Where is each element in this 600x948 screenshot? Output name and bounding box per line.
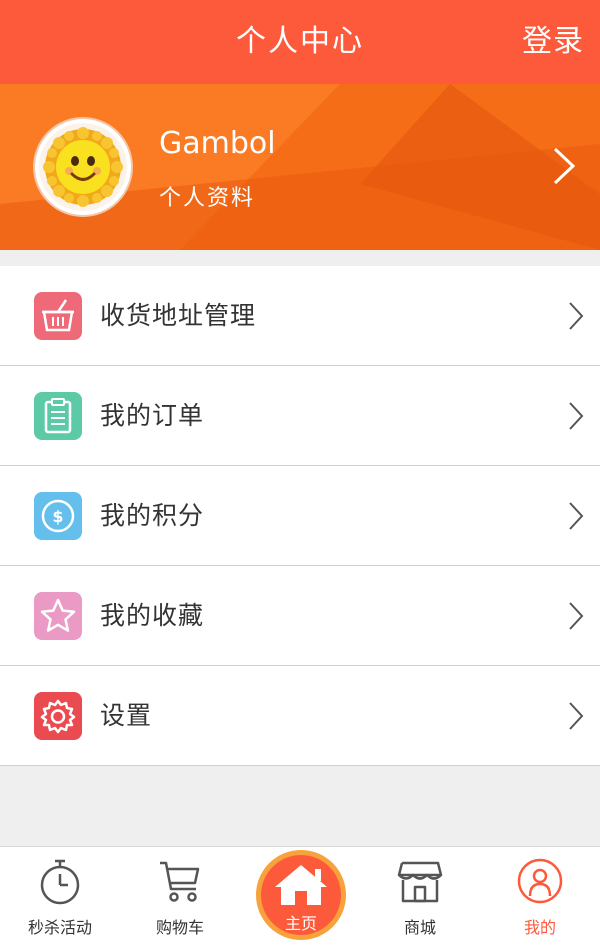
tab-cart[interactable]: 购物车 xyxy=(120,847,240,948)
top-bar: 个人中心 登录 xyxy=(0,0,600,84)
star-icon xyxy=(34,592,82,640)
menu-item-label: 我的积分 xyxy=(100,501,205,530)
avatar[interactable] xyxy=(33,117,133,217)
tab-flash-sale[interactable]: 秒杀活动 xyxy=(0,847,120,948)
chevron-right-icon xyxy=(553,147,576,185)
tab-mine[interactable]: 我的 xyxy=(480,847,600,948)
gear-icon xyxy=(34,692,82,740)
chevron-right-icon xyxy=(569,502,584,530)
tab-home[interactable]: 主页 xyxy=(256,850,346,940)
profile-name: Gambol xyxy=(159,126,276,161)
tab-label: 我的 xyxy=(523,918,556,937)
menu-item-label: 设置 xyxy=(100,701,153,730)
coin-icon: $ xyxy=(34,492,82,540)
sun-face-icon xyxy=(39,123,127,211)
home-icon xyxy=(275,865,327,905)
user-icon xyxy=(517,858,563,904)
tab-label: 商城 xyxy=(403,918,436,937)
stopwatch-icon xyxy=(40,859,80,905)
menu-item-label: 我的订单 xyxy=(100,401,205,430)
chevron-right-icon xyxy=(569,602,584,630)
login-button[interactable]: 登录 xyxy=(522,0,584,84)
cart-icon xyxy=(160,861,200,902)
basket-icon xyxy=(34,292,82,340)
chevron-right-icon xyxy=(569,702,584,730)
svg-text:$: $ xyxy=(52,507,63,526)
store-icon xyxy=(397,861,443,903)
clipboard-icon xyxy=(34,392,82,440)
menu-item-favorites[interactable]: 我的收藏 xyxy=(0,566,600,666)
menu-item-settings[interactable]: 设置 xyxy=(0,666,600,766)
tab-label: 秒杀活动 xyxy=(27,918,92,937)
tab-label: 主页 xyxy=(284,914,317,933)
chevron-right-icon xyxy=(569,402,584,430)
menu-list: 收货地址管理 我的订单 $ 我的积分 我的收藏 设置 xyxy=(0,266,600,766)
home-button-inner: 主页 xyxy=(261,855,341,935)
tab-label: 购物车 xyxy=(155,918,204,937)
menu-item-address[interactable]: 收货地址管理 xyxy=(0,266,600,366)
profile-subtitle: 个人资料 xyxy=(159,186,256,211)
menu-item-points[interactable]: $ 我的积分 xyxy=(0,466,600,566)
menu-item-orders[interactable]: 我的订单 xyxy=(0,366,600,466)
page-title: 个人中心 xyxy=(236,24,364,59)
chevron-right-icon xyxy=(569,302,584,330)
tab-mall[interactable]: 商城 xyxy=(360,847,480,948)
menu-item-label: 收货地址管理 xyxy=(100,301,257,330)
profile-banner[interactable]: Gambol 个人资料 xyxy=(0,84,600,250)
menu-item-label: 我的收藏 xyxy=(100,601,205,630)
